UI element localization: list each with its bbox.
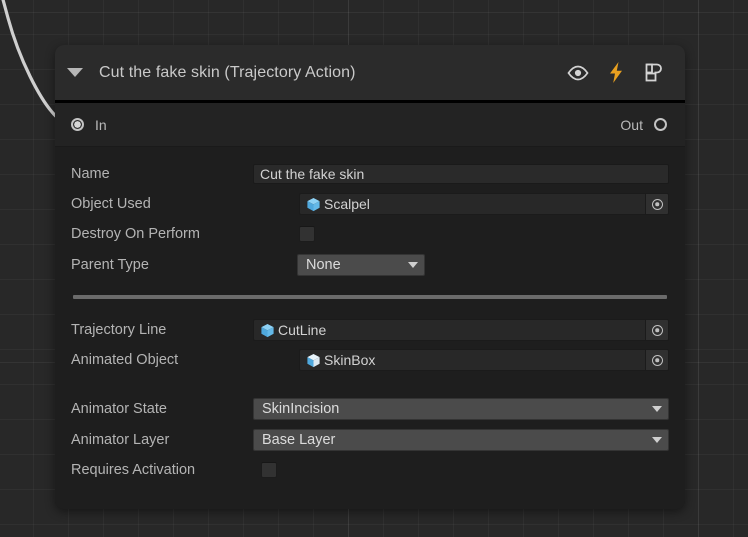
chevron-down-icon [652, 405, 662, 412]
parent-type-dropdown[interactable]: None [297, 254, 425, 276]
label-trajectory-line: Trajectory Line [71, 322, 167, 338]
field-row-object-used: Object Used Scalpel [71, 191, 669, 217]
animated-object-value: SkinBox [324, 352, 376, 368]
lightning-bolt-icon[interactable] [605, 62, 627, 84]
label-requires-activation: Requires Activation [71, 462, 196, 478]
animator-state-value: SkinIncision [262, 400, 340, 417]
label-name: Name [71, 166, 110, 182]
object-used-value: Scalpel [324, 196, 370, 212]
output-port[interactable]: Out [620, 117, 667, 133]
prefab-variant-cube-icon [306, 353, 321, 368]
prefab-cube-icon [260, 323, 275, 338]
port-row: In Out [55, 103, 685, 147]
animator-layer-value: Base Layer [262, 431, 336, 448]
node-title: Cut the fake skin (Trajectory Action) [99, 63, 356, 81]
field-row-animator-state: Animator State SkinIncision [71, 395, 669, 422]
object-picker-icon[interactable] [645, 193, 669, 215]
object-picker-icon[interactable] [645, 349, 669, 371]
output-port-dot[interactable] [654, 118, 667, 131]
label-animator-state: Animator State [71, 400, 167, 417]
destroy-on-perform-checkbox[interactable] [299, 226, 315, 242]
requires-activation-checkbox[interactable] [261, 462, 277, 478]
object-picker-icon[interactable] [645, 319, 669, 341]
field-row-animated-object: Animated Object SkinBox [71, 347, 669, 373]
triangle-down-icon[interactable] [67, 68, 83, 77]
trajectory-line-value-box[interactable]: CutLine [253, 319, 645, 341]
section-separator [73, 295, 667, 299]
animator-state-dropdown[interactable]: SkinIncision [253, 397, 669, 420]
chevron-down-icon [408, 262, 418, 268]
object-used-value-box[interactable]: Scalpel [299, 193, 645, 215]
trajectory-line-value: CutLine [278, 322, 327, 338]
field-row-requires-activation: Requires Activation [71, 457, 669, 483]
object-used-field[interactable]: Scalpel [299, 193, 669, 215]
trajectory-line-field[interactable]: CutLine [253, 319, 669, 341]
node-header[interactable]: Cut the fake skin (Trajectory Action) [55, 45, 685, 103]
prefab-cube-icon [306, 197, 321, 212]
header-icon-group [567, 62, 665, 84]
field-row-trajectory-line: Trajectory Line CutLine [71, 317, 669, 343]
label-parent-type: Parent Type [71, 257, 149, 273]
animated-object-field[interactable]: SkinBox [299, 349, 669, 371]
label-animated-object: Animated Object [71, 352, 179, 368]
label-destroy-on-perform: Destroy On Perform [71, 226, 200, 242]
parent-type-value: None [306, 257, 341, 273]
label-object-used: Object Used [71, 196, 151, 212]
preset-icon[interactable] [643, 62, 665, 84]
name-input[interactable]: Cut the fake skin [253, 164, 669, 184]
animator-layer-dropdown[interactable]: Base Layer [253, 428, 669, 451]
graph-canvas[interactable]: Cut the fake skin (Trajectory Action) In… [0, 0, 748, 537]
input-port[interactable]: In [71, 117, 107, 133]
input-port-dot[interactable] [71, 118, 84, 131]
node-body: Name Cut the fake skin Object Used Scalp… [55, 147, 685, 509]
eye-icon[interactable] [567, 62, 589, 84]
field-row-animator-layer: Animator Layer Base Layer [71, 426, 669, 453]
label-animator-layer: Animator Layer [71, 431, 170, 448]
field-row-parent-type: Parent Type None [71, 251, 669, 279]
input-port-label: In [95, 116, 107, 133]
output-port-label: Out [620, 116, 643, 133]
animated-object-value-box[interactable]: SkinBox [299, 349, 645, 371]
field-row-name: Name Cut the fake skin [71, 161, 669, 187]
field-row-destroy-on-perform: Destroy On Perform [71, 221, 669, 247]
chevron-down-icon [652, 436, 662, 443]
trajectory-action-node[interactable]: Cut the fake skin (Trajectory Action) In… [55, 45, 685, 509]
